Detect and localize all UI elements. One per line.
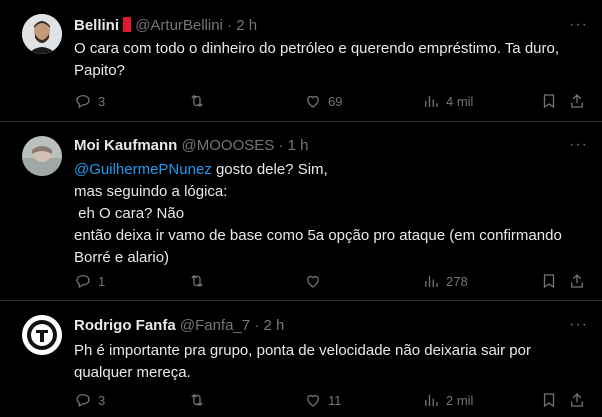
tweet-header: Rodrigo Fanfa @Fanfa_7 · 2 h: [74, 316, 284, 336]
bookmark-button[interactable]: [540, 271, 558, 291]
timestamp[interactable]: 2 h: [263, 317, 284, 334]
text-line: @GuilhermePNunez gosto dele? Sim,: [74, 159, 584, 181]
share-icon: [571, 94, 583, 108]
text-line: eh O cara? Não: [74, 205, 185, 222]
bookmark-icon: [543, 274, 555, 289]
heart-icon: [307, 275, 319, 288]
bookmark-button[interactable]: [540, 91, 558, 111]
views-count: 2 mil: [446, 392, 474, 408]
tweet-header: Moi Kaufmann @MOOOSES · 1 h: [74, 136, 308, 156]
user-handle[interactable]: @MOOOSES: [182, 137, 275, 154]
reply-button[interactable]: 1: [74, 271, 105, 291]
views-button[interactable]: 278: [422, 271, 468, 291]
display-name[interactable]: Bellini: [74, 17, 119, 34]
text-line: O cara com todo o dinheiro do petróleo e…: [74, 40, 560, 57]
timestamp[interactable]: 1 h: [288, 137, 309, 154]
share-button[interactable]: [568, 271, 586, 291]
reply-count: 3: [98, 392, 106, 408]
separator-dot: ·: [227, 17, 233, 34]
tweet[interactable]: Bellini @ArturBellini · 2 h ··· O cara c…: [0, 0, 602, 122]
text-line: qualquer mereça.: [74, 364, 191, 381]
views-count: 4 mil: [446, 93, 474, 109]
views-icon: [425, 95, 438, 107]
share-icon: [571, 393, 583, 407]
views-count: 278: [446, 273, 468, 289]
text-line: Ph é importante pra grupo, ponta de velo…: [74, 342, 531, 359]
display-name[interactable]: Rodrigo Fanfa: [74, 317, 176, 334]
heart-icon: [307, 95, 319, 108]
text-line: Borré e alario): [74, 249, 170, 266]
retweet-button[interactable]: [188, 91, 212, 111]
like-button[interactable]: [304, 271, 328, 291]
reply-icon: [76, 275, 90, 289]
retweet-icon: [191, 94, 203, 108]
action-bar: 3 11 2 mil: [74, 390, 584, 410]
reply-button[interactable]: 3: [74, 390, 105, 410]
share-icon: [571, 274, 583, 288]
like-button[interactable]: 11: [304, 390, 342, 410]
timestamp[interactable]: 2 h: [236, 17, 257, 34]
user-handle[interactable]: @ArturBellini: [135, 17, 223, 34]
reply-button[interactable]: 3: [74, 91, 105, 111]
text-line: Papito?: [74, 62, 125, 79]
reply-icon: [76, 95, 90, 109]
mention-link[interactable]: @GuilhermePNunez: [74, 161, 212, 178]
avatar[interactable]: [22, 315, 62, 355]
views-button[interactable]: 4 mil: [422, 91, 473, 111]
like-count: 11: [328, 392, 342, 408]
bookmark-icon: [543, 393, 555, 408]
reply-count: 1: [98, 273, 106, 289]
bookmark-button[interactable]: [540, 390, 558, 410]
more-options-icon[interactable]: ···: [569, 136, 588, 154]
avatar[interactable]: [22, 14, 62, 54]
more-options-icon[interactable]: ···: [569, 316, 588, 334]
flag-icon: [123, 17, 132, 32]
avatar[interactable]: [22, 136, 62, 176]
heart-icon: [307, 394, 319, 407]
tweet[interactable]: Moi Kaufmann @MOOOSES · 1 h ··· @Guilher…: [0, 122, 602, 301]
action-bar: 1 278: [74, 271, 584, 291]
like-count: 69: [328, 93, 343, 109]
tweet-text: @GuilhermePNunez gosto dele? Sim, mas se…: [74, 159, 584, 269]
share-button[interactable]: [568, 91, 586, 111]
like-button[interactable]: 69: [304, 91, 342, 111]
tweet-text: O cara com todo o dinheiro do petróleo e…: [74, 38, 584, 82]
tweet-text: Ph é importante pra grupo, ponta de velo…: [74, 340, 584, 384]
tweet-header: Bellini @ArturBellini · 2 h: [74, 16, 257, 36]
retweet-icon: [191, 274, 203, 288]
reply-icon: [76, 394, 90, 408]
separator-dot: ·: [254, 317, 260, 334]
text-fragment: gosto dele? Sim,: [211, 161, 328, 178]
bookmark-icon: [543, 94, 555, 109]
tweet[interactable]: Rodrigo Fanfa @Fanfa_7 · 2 h ··· Ph é im…: [0, 301, 602, 417]
views-icon: [425, 394, 438, 406]
retweet-icon: [191, 393, 203, 407]
more-options-icon[interactable]: ···: [569, 16, 588, 34]
share-button[interactable]: [568, 390, 586, 410]
action-bar: 3 69 4 mil: [74, 91, 584, 111]
views-icon: [425, 275, 438, 287]
text-line: então deixa ir vamo de base como 5a opçã…: [74, 227, 562, 244]
retweet-button[interactable]: [188, 271, 212, 291]
retweet-button[interactable]: [188, 390, 212, 410]
user-handle[interactable]: @Fanfa_7: [180, 317, 250, 334]
display-name[interactable]: Moi Kaufmann: [74, 137, 177, 154]
views-button[interactable]: 2 mil: [422, 390, 473, 410]
separator-dot: ·: [278, 137, 284, 154]
reply-count: 3: [98, 93, 106, 109]
text-line: mas seguindo a lógica:: [74, 183, 228, 200]
